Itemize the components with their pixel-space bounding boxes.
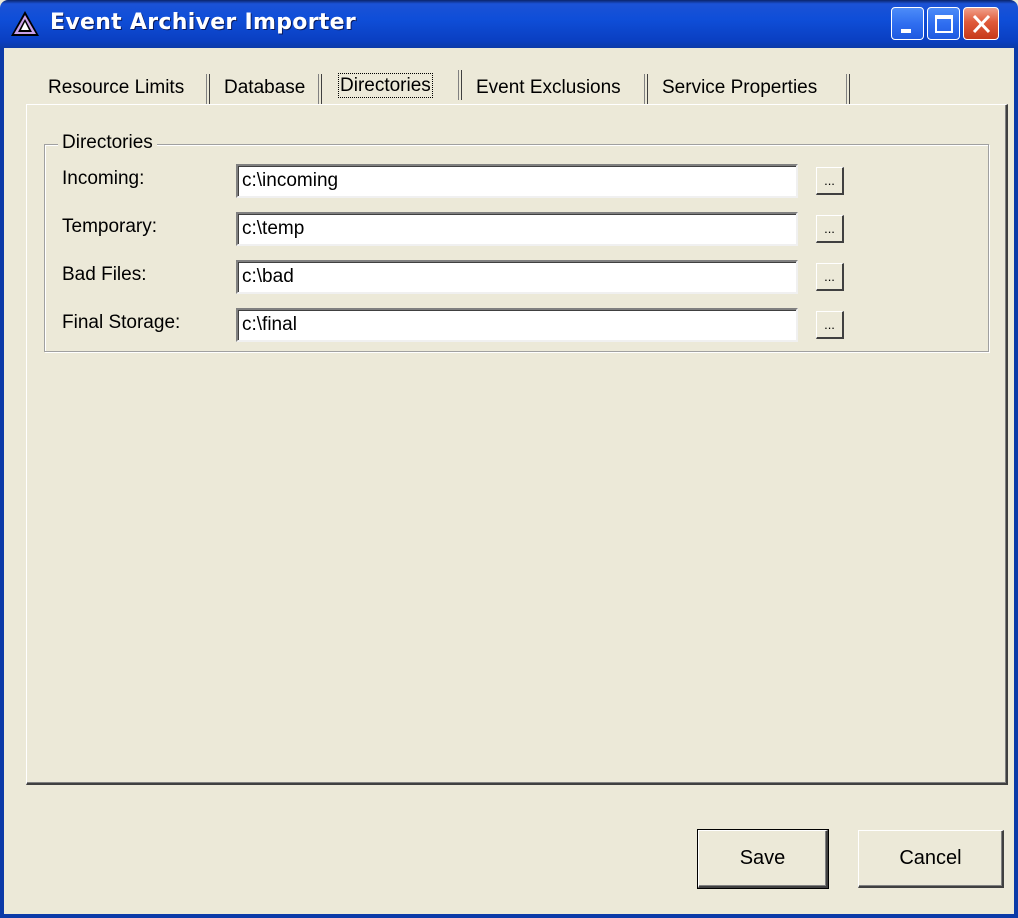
tab-database[interactable]: Database	[214, 72, 322, 104]
temporary-label: Temporary:	[62, 216, 158, 237]
app-triangle-icon	[10, 9, 40, 39]
save-button[interactable]: Save	[697, 829, 829, 889]
incoming-label: Incoming:	[62, 168, 145, 189]
window-frame-bottom	[0, 914, 1018, 918]
tab-service-properties[interactable]: Service Properties	[652, 72, 850, 104]
final-storage-browse-button[interactable]: ...	[816, 311, 844, 339]
bad-files-label: Bad Files:	[62, 264, 147, 285]
final-storage-field[interactable]	[236, 308, 798, 342]
close-button[interactable]	[963, 7, 999, 40]
temporary-field[interactable]	[236, 212, 798, 246]
incoming-browse-button[interactable]: ...	[816, 167, 844, 195]
directories-group-label: Directories	[58, 132, 157, 154]
window-frame-right	[1014, 48, 1018, 918]
bad-files-browse-button[interactable]: ...	[816, 263, 844, 291]
window-frame-left	[0, 48, 4, 918]
tab-event-exclusions[interactable]: Event Exclusions	[466, 72, 648, 104]
maximize-button[interactable]	[927, 7, 960, 40]
maximize-icon	[935, 15, 953, 33]
final-storage-label: Final Storage:	[62, 312, 181, 333]
minimize-icon	[901, 29, 911, 33]
incoming-field[interactable]	[236, 164, 798, 198]
temporary-browse-button[interactable]: ...	[816, 215, 844, 243]
tab-directories[interactable]: Directories	[330, 68, 462, 104]
minimize-button[interactable]	[891, 7, 924, 40]
close-icon	[972, 14, 991, 34]
window-title: Event Archiver Importer	[50, 10, 357, 35]
tab-resource-limits[interactable]: Resource Limits	[38, 72, 210, 104]
bad-files-field[interactable]	[236, 260, 798, 294]
cancel-button[interactable]: Cancel	[858, 830, 1004, 888]
title-bar[interactable]: Event Archiver Importer	[0, 0, 1018, 48]
